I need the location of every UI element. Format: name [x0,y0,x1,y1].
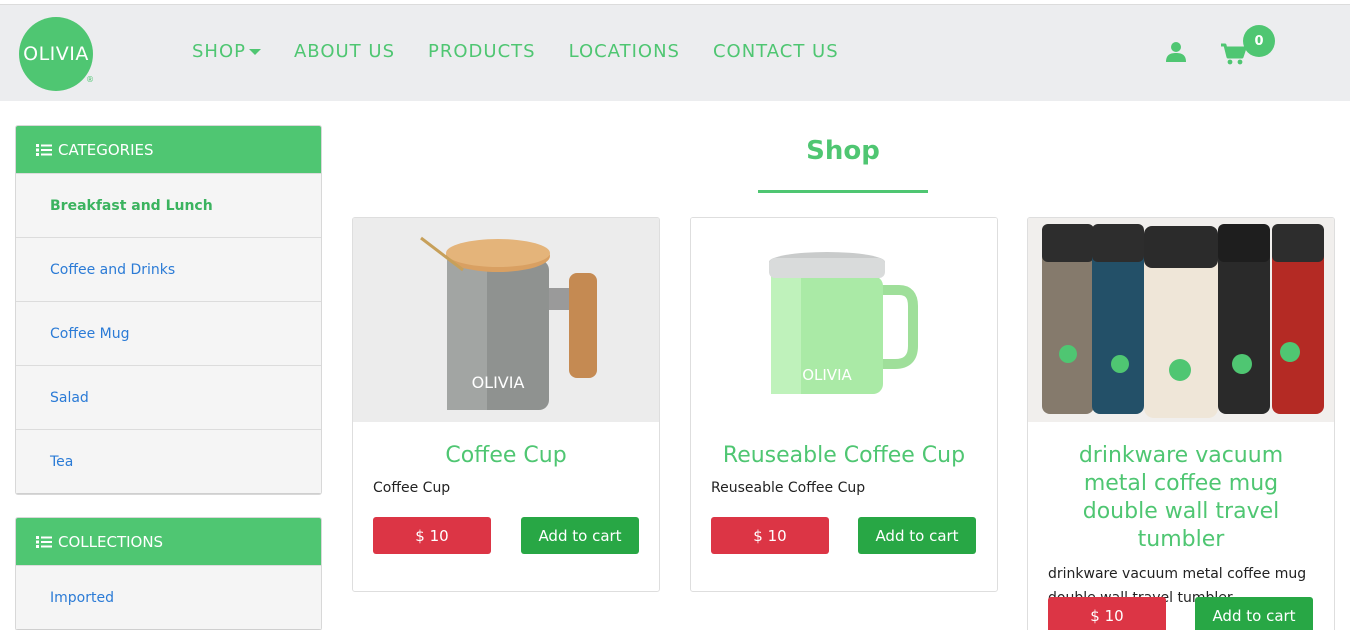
category-coffee-mug[interactable]: Coffee Mug [16,301,321,366]
add-to-cart-label: Add to cart [1212,606,1296,625]
main-nav: SHOP ABOUT US PRODUCTS LOCATIONS CONTACT… [192,41,872,62]
product-card-coffee-cup: OLIVIA Coffee Cup Coffee Cup $ 10 Add to… [352,217,660,592]
category-breakfast-and-lunch[interactable]: Breakfast and Lunch [16,173,321,238]
collection-imported[interactable]: Imported [16,565,321,630]
product-card-reuseable-coffee-cup: OLIVIA Reuseable Coffee Cup Reuseable Co… [690,217,998,592]
collections-title: COLLECTIONS [58,533,164,551]
categories-panel: CATEGORIES Breakfast and Lunch Coffee an… [15,125,322,495]
add-to-cart-label: Add to cart [538,526,622,545]
category-label: Tea [50,453,74,470]
price-label: $ 10 [415,526,449,545]
nav-about-us[interactable]: ABOUT US [294,41,395,62]
nav-products[interactable]: PRODUCTS [428,41,536,62]
user-icon[interactable] [1165,41,1187,63]
nav-locations[interactable]: LOCATIONS [569,41,680,62]
product-title[interactable]: drinkware vacuum metal coffee mug double… [1028,442,1334,554]
add-to-cart-button[interactable]: Add to cart [858,517,976,554]
page-title: Shop [806,136,880,166]
product-image[interactable]: OLIVIA [691,218,997,422]
add-to-cart-button[interactable]: Add to cart [521,517,639,554]
nav-shop[interactable]: SHOP [192,41,261,62]
caret-down-icon [248,48,261,55]
category-label: Breakfast and Lunch [50,197,213,214]
collections-panel: COLLECTIONS Imported [15,517,322,630]
nav-shop-label: SHOP [192,41,246,62]
price-label: $ 10 [1090,606,1124,625]
category-label: Coffee and Drinks [50,261,176,278]
mug-logo-text: OLIVIA [472,373,525,392]
nav-about-us-label: ABOUT US [293,41,395,62]
nav-locations-label: LOCATIONS [568,41,680,62]
mug-logo-text: OLIVIA [802,366,852,384]
list-icon [36,536,52,548]
product-card-travel-tumbler: drinkware vacuum metal coffee mug double… [1027,217,1335,630]
categories-title: CATEGORIES [58,141,154,159]
mug-image: OLIVIA [691,218,997,422]
product-title[interactable]: Reuseable Coffee Cup [691,442,997,470]
add-to-cart-button[interactable]: Add to cart [1195,597,1313,630]
nav-contact-us-label: CONTACT US [712,41,839,62]
category-coffee-and-drinks[interactable]: Coffee and Drinks [16,237,321,302]
price-button[interactable]: $ 10 [711,517,829,554]
product-title[interactable]: Coffee Cup [353,442,659,470]
category-salad[interactable]: Salad [16,365,321,430]
nav-products-label: PRODUCTS [428,41,536,62]
price-button[interactable]: $ 10 [1048,597,1166,630]
cart-count-badge: 0 [1243,25,1275,57]
brand-logo[interactable]: OLIVIA [19,17,93,91]
registered-mark: ® [86,75,94,84]
category-label: Coffee Mug [50,325,130,342]
price-label: $ 10 [753,526,787,545]
shopping-cart-icon[interactable] [1220,43,1246,65]
add-to-cart-label: Add to cart [875,526,959,545]
categories-header: CATEGORIES [16,126,321,174]
product-image[interactable] [1028,218,1334,422]
brand-logo-text: OLIVIA [23,43,89,65]
cart-count: 0 [1254,33,1264,49]
category-tea[interactable]: Tea [16,429,321,494]
price-button[interactable]: $ 10 [373,517,491,554]
category-label: Salad [50,389,89,406]
mug-image: OLIVIA [353,218,659,422]
collections-header: COLLECTIONS [16,518,321,566]
product-image[interactable]: OLIVIA [353,218,659,422]
collection-label: Imported [50,589,114,606]
nav-contact-us[interactable]: CONTACT US [713,41,839,62]
title-underline [758,190,928,193]
site-header: OLIVIA ® SHOP ABOUT US PRODUCTS LOCATION… [0,4,1350,101]
product-description: Reuseable Coffee Cup [711,480,866,496]
tumbler-image [1028,218,1334,422]
product-description: Coffee Cup [373,480,451,496]
list-icon [36,144,52,156]
